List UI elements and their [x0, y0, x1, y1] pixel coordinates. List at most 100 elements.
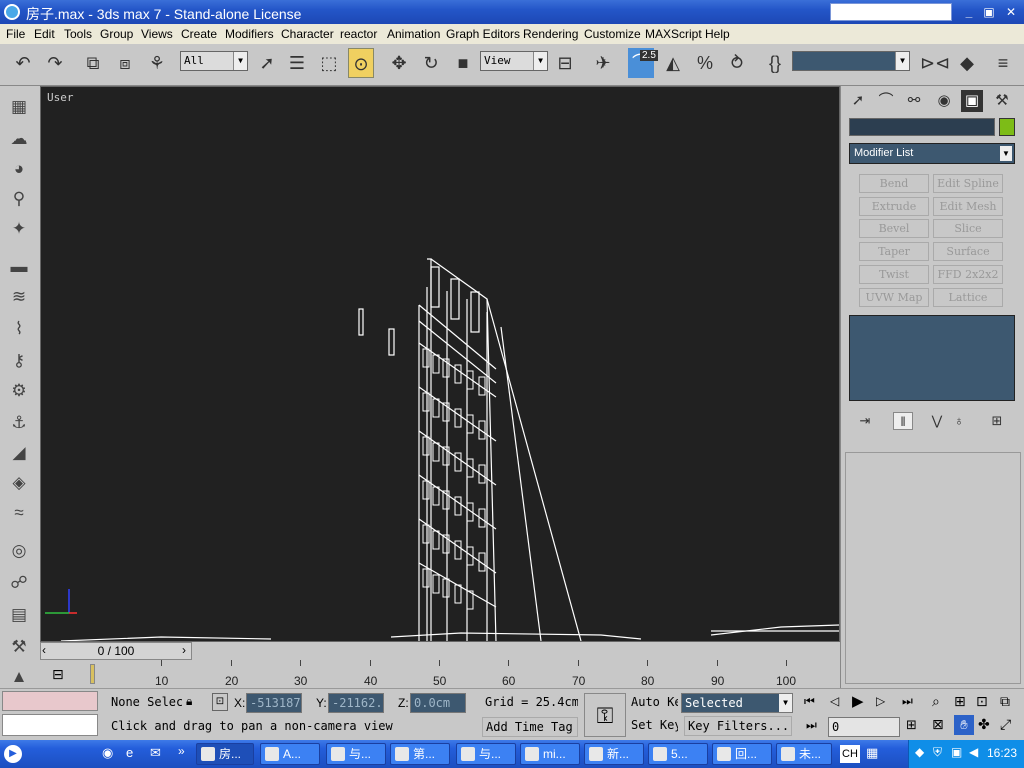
- taskbar-item[interactable]: 第...: [390, 743, 450, 765]
- time-slider[interactable]: 0 / 100 ‹ ›: [40, 642, 840, 660]
- rectangular-selection-icon[interactable]: ⬚: [316, 48, 342, 78]
- manipulate-icon[interactable]: ✈: [590, 48, 616, 78]
- redo-icon[interactable]: ↷: [42, 48, 68, 78]
- percent-snap-icon[interactable]: %: [692, 48, 718, 78]
- auto-key-button[interactable]: Auto Key: [628, 693, 678, 713]
- chevron-right-icon[interactable]: ›: [182, 643, 186, 657]
- language-indicator[interactable]: CH: [840, 745, 860, 763]
- link-icon[interactable]: ⧉: [80, 48, 106, 78]
- pivot-center-icon[interactable]: ⊟: [552, 48, 578, 78]
- deforming-mesh-icon[interactable]: ✦: [6, 216, 32, 242]
- pan-icon[interactable]: ✋︎: [954, 715, 974, 735]
- fracture-icon[interactable]: ◢: [6, 440, 32, 466]
- reference-coord-dropdown[interactable]: View ▼: [480, 51, 548, 71]
- add-time-tag-button[interactable]: Add Time Tag: [482, 717, 578, 737]
- move-icon[interactable]: ✥: [386, 48, 412, 78]
- undo-icon[interactable]: ↶: [10, 48, 36, 78]
- ragdoll-constraint-icon[interactable]: ☍: [6, 570, 32, 596]
- modifier-surface-button[interactable]: Surface: [933, 242, 1003, 261]
- shield-icon[interactable]: ⛨: [933, 745, 942, 760]
- curve-editor-icon[interactable]: ⊟: [52, 666, 64, 683]
- create-tab-icon[interactable]: ➚: [847, 90, 869, 112]
- align-icon[interactable]: ◆: [954, 48, 980, 78]
- volume-icon[interactable]: ◀: [969, 745, 978, 759]
- title-search-box[interactable]: [830, 3, 952, 21]
- menu-animation[interactable]: Animation: [387, 27, 440, 41]
- show-end-result-icon[interactable]: ‖: [893, 412, 913, 430]
- modifier-stack-view[interactable]: [849, 315, 1015, 401]
- z-coordinate-field[interactable]: 0.0cm: [410, 693, 466, 713]
- time-configuration-icon[interactable]: ⊞: [906, 717, 917, 733]
- taskbar-item[interactable]: A...: [260, 743, 320, 765]
- modifier-lattice-button[interactable]: Lattice: [933, 288, 1003, 307]
- zoom-all-icon[interactable]: ⊞: [954, 693, 966, 710]
- spinner-snap-icon[interactable]: ⥁: [724, 48, 750, 78]
- menu-group[interactable]: Group: [100, 27, 133, 41]
- plane-icon[interactable]: ▬: [6, 254, 32, 280]
- modifier-extrude-button[interactable]: Extrude: [859, 197, 929, 216]
- selection-filter-dropdown[interactable]: All ▼: [180, 51, 248, 71]
- menu-help[interactable]: Help: [705, 27, 730, 41]
- motion-tab-icon[interactable]: ◉: [933, 90, 955, 112]
- taskbar-item[interactable]: 5...: [648, 743, 708, 765]
- keyboard-icon[interactable]: ▦: [866, 745, 878, 761]
- named-selection-dropdown[interactable]: ▼: [792, 51, 910, 71]
- constraint-solver-icon[interactable]: ≈: [6, 500, 32, 526]
- make-unique-icon[interactable]: ⋁: [927, 412, 947, 430]
- set-key-icon[interactable]: ⚿: [584, 693, 626, 737]
- water-icon[interactable]: ◈: [6, 470, 32, 496]
- chevron-left-icon[interactable]: ‹: [42, 643, 46, 657]
- viewport-user[interactable]: User: [40, 86, 840, 642]
- maxscript-listener-mini[interactable]: [2, 691, 98, 711]
- menu-edit[interactable]: Edit: [34, 27, 55, 41]
- taskbar-item[interactable]: 回...: [712, 743, 772, 765]
- bind-space-warp-icon[interactable]: ⚘: [144, 48, 170, 78]
- modifier-taper-button[interactable]: Taper: [859, 242, 929, 261]
- display-tab-icon[interactable]: ▣: [961, 90, 983, 112]
- configure-modifier-sets-icon[interactable]: ⊞: [987, 412, 1007, 430]
- browser-icon[interactable]: e: [126, 745, 133, 760]
- key-filters-button[interactable]: Key Filters...: [684, 716, 792, 736]
- taskbar-item[interactable]: 房...: [196, 743, 254, 765]
- object-name-field[interactable]: [849, 118, 995, 136]
- object-color-swatch[interactable]: [999, 118, 1015, 136]
- menu-character[interactable]: Character: [281, 27, 334, 41]
- restore-icon[interactable]: ▣: [980, 4, 998, 20]
- menu-create[interactable]: Create: [181, 27, 217, 41]
- play-icon[interactable]: ▶: [852, 692, 864, 710]
- close-icon[interactable]: ✕: [1002, 4, 1020, 20]
- menu-rendering[interactable]: Rendering: [523, 27, 578, 41]
- network-icon[interactable]: ▣: [951, 745, 962, 759]
- time-slider-thumb[interactable]: 0 / 100: [40, 642, 192, 660]
- modifier-ffd-button[interactable]: FFD 2x2x2: [933, 265, 1003, 284]
- zoom-extents-icon[interactable]: ⊡: [976, 693, 988, 710]
- minimize-icon[interactable]: _: [960, 4, 978, 20]
- rotate-icon[interactable]: ↻: [418, 48, 444, 78]
- y-coordinate-field[interactable]: -21162.: [328, 693, 384, 713]
- remove-modifier-icon[interactable]: ♁: [949, 412, 969, 430]
- next-frame-icon[interactable]: ▷: [876, 694, 885, 708]
- modify-tab-icon[interactable]: ⌒: [875, 90, 897, 112]
- desktop-icon[interactable]: ◉: [102, 745, 113, 761]
- play-icon[interactable]: ▶: [4, 745, 22, 763]
- edit-named-selections-icon[interactable]: {}: [762, 48, 788, 78]
- hierarchy-tab-icon[interactable]: ⚯: [903, 90, 925, 112]
- modifier-edit-mesh-button[interactable]: Edit Mesh: [933, 197, 1003, 216]
- modifier-bevel-button[interactable]: Bevel: [859, 219, 929, 238]
- key-mode-toggle-icon[interactable]: ⏭: [806, 718, 817, 733]
- soft-body-icon[interactable]: ◕: [6, 156, 32, 182]
- toy-car-icon[interactable]: ⚓: [6, 410, 32, 436]
- menu-graph-editors[interactable]: Graph Editors: [446, 27, 520, 41]
- x-coordinate-field[interactable]: -513187.: [246, 693, 302, 713]
- taskbar-item[interactable]: 与...: [326, 743, 386, 765]
- scale-icon[interactable]: ■: [450, 48, 476, 78]
- tray-icon[interactable]: ◆: [915, 745, 924, 759]
- maximize-viewport-icon[interactable]: ⤢: [1000, 716, 1011, 733]
- rope-icon[interactable]: ⚲: [6, 186, 32, 212]
- analyze-world-icon[interactable]: ▲: [6, 664, 32, 690]
- angle-snap-icon[interactable]: ◭: [660, 48, 686, 78]
- modifier-list-dropdown[interactable]: Modifier List ▼: [849, 143, 1015, 164]
- utilities-tab-icon[interactable]: ⚒: [991, 90, 1013, 112]
- menu-modifiers[interactable]: Modifiers: [225, 27, 274, 41]
- taskbar-item[interactable]: 未...: [776, 743, 832, 765]
